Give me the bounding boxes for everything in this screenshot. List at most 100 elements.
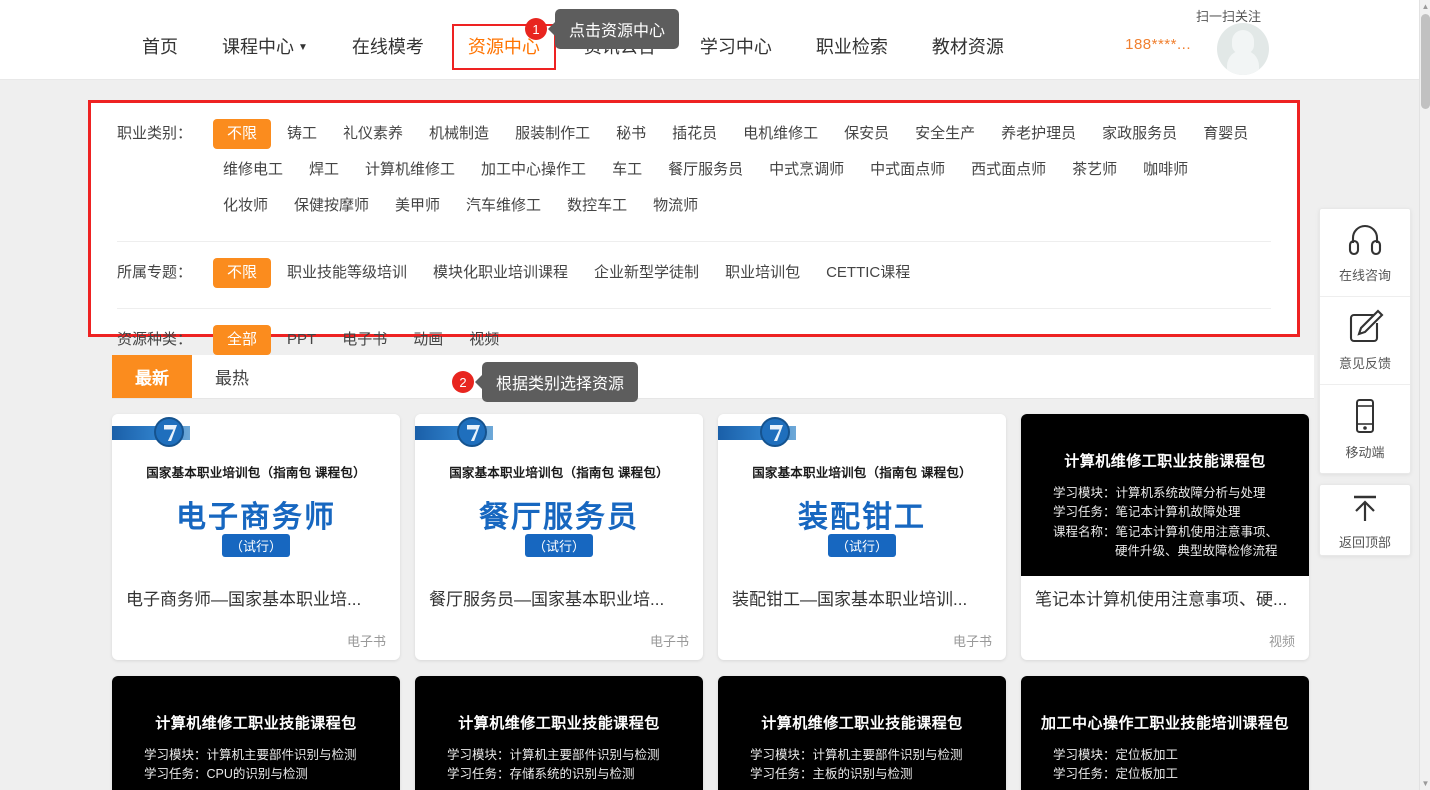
floatbar-item-2[interactable]: 移动端 (1320, 385, 1410, 473)
back-to-top-button[interactable]: 返回顶部 (1319, 484, 1411, 556)
filter-option[interactable]: 模块化职业培训课程 (423, 258, 578, 288)
filter-label: 资源种类： (117, 331, 193, 348)
filter-option[interactable]: 焊工 (299, 155, 349, 185)
card-title[interactable]: 装配钳工—国家基本职业培训... (732, 590, 992, 610)
filter-option[interactable]: 加工中心操作工 (471, 155, 596, 185)
tab-1[interactable]: 最热 (192, 355, 272, 398)
thumbnail-course-title: 计算机维修工职业技能课程包 (155, 715, 357, 732)
filter-option[interactable]: 咖啡师 (1133, 155, 1198, 185)
filter-option[interactable]: CETTIC课程 (816, 258, 920, 288)
tab-0[interactable]: 最新 (112, 355, 192, 398)
filter-option[interactable]: 铸工 (277, 119, 327, 149)
card-resource-type: 电子书 (346, 634, 386, 649)
floatbar-item-0[interactable]: 在线咨询 (1320, 209, 1410, 297)
user-phone[interactable]: 188****... (1125, 36, 1191, 53)
detail-key: 学习任务： (1053, 505, 1116, 520)
card-title[interactable]: 笔记本计算机使用注意事项、硬... (1035, 590, 1295, 610)
nav-item-1[interactable]: 课程中心 ▼ (200, 28, 330, 66)
filter-option[interactable]: 保安员 (834, 119, 899, 149)
filter-option[interactable]: 中式烹调师 (759, 155, 854, 185)
nav-item-6[interactable]: 职业检索 (794, 28, 910, 66)
floatbar-item-1[interactable]: 意见反馈 (1320, 297, 1410, 385)
filter-label: 职业类别： (117, 125, 193, 142)
avatar[interactable] (1217, 23, 1269, 75)
filter-option[interactable]: 计算机维修工 (355, 155, 465, 185)
card-thumbnail: 计算机维修工职业技能课程包 学习模块： 计算机系统故障分析与处理 学习任务： 笔记本计算… (1021, 414, 1309, 576)
resource-card[interactable]: 计算机维修工职业技能课程包 学习模块： 计算机系统故障分析与处理 学习任务： 笔记本计算… (1021, 414, 1309, 660)
filter-option[interactable]: 中式面点师 (860, 155, 955, 185)
filter-option[interactable]: 化妆师 (213, 191, 278, 221)
filter-option[interactable]: 机械制造 (419, 119, 499, 149)
nav-item-0[interactable]: 首页 (120, 28, 200, 66)
filter-option[interactable]: 秘书 (606, 119, 656, 149)
filter-option[interactable]: 物流师 (643, 191, 708, 221)
thumbnail-trial-tag: （试行） (524, 534, 594, 557)
filter-option[interactable]: 企业新型学徒制 (584, 258, 709, 288)
filter-option[interactable]: 全部 (213, 325, 272, 355)
page-scrollbar[interactable]: ▲ ▼ (1419, 0, 1430, 790)
filter-option[interactable]: 服装制作工 (505, 119, 600, 149)
card-title[interactable]: 电子商务师—国家基本职业培... (126, 590, 386, 610)
resource-card[interactable]: 国家基本职业培训包（指南包 课程包） 装配钳工 （试行） 装配钳工—国家基本职业培训.… (718, 414, 1006, 660)
avatar-body-shape (1227, 50, 1259, 75)
nav-item-7[interactable]: 教材资源 (910, 28, 1026, 66)
resource-card[interactable]: 国家基本职业培训包（指南包 课程包） 电子商务师 （试行） 电子商务师—国家基本职业培… (112, 414, 400, 660)
filter-option[interactable]: 插花员 (662, 119, 727, 149)
scan-follow-label: 扫一扫关注 (1195, 9, 1261, 24)
card-title[interactable]: 餐厅服务员—国家基本职业培... (429, 590, 689, 610)
card-resource-type: 电子书 (952, 634, 992, 649)
scrollbar-thumb[interactable] (1421, 14, 1430, 109)
headset-icon (1346, 221, 1384, 257)
filter-option[interactable]: 电子书 (332, 325, 397, 355)
filter-option[interactable]: PPT (277, 325, 326, 355)
filter-option[interactable]: 安全生产 (905, 119, 985, 149)
detail-key: 学习模块： (447, 748, 510, 762)
filter-row-0: 职业类别： 不限 铸工 礼仪素养 机械制造 服装制作工 秘书 插花员 电机维修工 保安员 安全生产养… (117, 103, 1271, 242)
filter-option[interactable]: 维修电工 (213, 155, 293, 185)
filter-option[interactable]: 餐厅服务员 (658, 155, 753, 185)
filter-option[interactable]: 家政服务员 (1092, 119, 1187, 149)
nav-item-5[interactable]: 学习中心 (678, 28, 794, 66)
filter-options: 不限 职业技能等级培训 模块化职业培训课程 企业新型学徒制 职业培训包 CETTIC课程 (213, 258, 926, 294)
resource-card[interactable]: 计算机维修工职业技能课程包 学习模块： 计算机主要部件识别与检测 学习任务： 主板的识别… (718, 676, 1006, 790)
floatbar-item-label: 在线咨询 (1338, 268, 1391, 283)
resource-card[interactable]: 加工中心操作工职业技能培训课程包 学习模块： 定位板加工 学习任务： 定位板加工 (1021, 676, 1309, 790)
card-resource-type: 视频 (1268, 634, 1295, 649)
nav-item-2[interactable]: 在线模考 (330, 28, 446, 66)
filter-option[interactable]: 电机维修工 (733, 119, 828, 149)
filter-option[interactable]: 职业培训包 (715, 258, 810, 288)
tooltip-step-2-badge: 2 (452, 371, 474, 393)
chevron-down-icon: ▼ (298, 42, 308, 53)
thumbnail-main-title: 电子商务师 (176, 501, 336, 534)
thumbnail-detail-lines: 学习模块： 计算机主要部件识别与检测 学习任务： 存储系统的识别与检测 (447, 746, 689, 785)
filter-option[interactable]: 养老护理员 (991, 119, 1086, 149)
filter-option[interactable]: 不限 (213, 119, 272, 149)
filter-option[interactable]: 美甲师 (385, 191, 450, 221)
scroll-up-arrow[interactable]: ▲ (1420, 0, 1430, 13)
resource-card[interactable]: 计算机维修工职业技能课程包 学习模块： 计算机主要部件识别与检测 学习任务： CPU的识… (112, 676, 400, 790)
thumbnail-course-title: 加工中心操作工职业技能培训课程包 (1040, 715, 1289, 732)
floatbar-item-label: 移动端 (1345, 444, 1385, 460)
filter-option[interactable]: 西式面点师 (961, 155, 1056, 185)
filter-option[interactable]: 汽车维修工 (456, 191, 551, 221)
card-thumbnail: 加工中心操作工职业技能培训课程包 学习模块： 定位板加工 学习任务： 定位板加工 (1021, 676, 1309, 790)
detail-key: 课程名称： (1053, 524, 1116, 539)
scroll-down-arrow[interactable]: ▼ (1420, 777, 1430, 790)
filter-option[interactable]: 车工 (602, 155, 652, 185)
filter-option[interactable]: 茶艺师 (1062, 155, 1127, 185)
filter-option[interactable]: 育婴员 (1193, 119, 1258, 149)
card-thumbnail: 计算机维修工职业技能课程包 学习模块： 计算机主要部件识别与检测 学习任务： CPU的识… (112, 676, 400, 790)
resource-card[interactable]: 计算机维修工职业技能课程包 学习模块： 计算机主要部件识别与检测 学习任务： 存储系统的… (415, 676, 703, 790)
thumbnail-detail-line-continued: 硬件升级、典型故障检修流程 (1053, 542, 1295, 561)
filter-row-1: 所属专题： 不限 职业技能等级培训 模块化职业培训课程 企业新型学徒制 职业培训包 CETT… (117, 242, 1271, 309)
resource-card[interactable]: 国家基本职业培训包（指南包 课程包） 餐厅服务员 （试行） 餐厅服务员—国家基本职业培… (415, 414, 703, 660)
filter-option[interactable]: 动画 (403, 325, 453, 355)
filter-option[interactable]: 数控车工 (557, 191, 637, 221)
filter-option[interactable]: 职业技能等级培训 (277, 258, 417, 288)
tooltip-step-2: 2 根据类别选择资源 (452, 362, 639, 402)
filter-option[interactable]: 不限 (213, 258, 272, 288)
filter-option[interactable]: 礼仪素养 (333, 119, 413, 149)
filter-option[interactable]: 视频 (459, 325, 509, 355)
floatbar-item-label: 意见反馈 (1338, 356, 1391, 371)
filter-option[interactable]: 保健按摩师 (284, 191, 379, 221)
